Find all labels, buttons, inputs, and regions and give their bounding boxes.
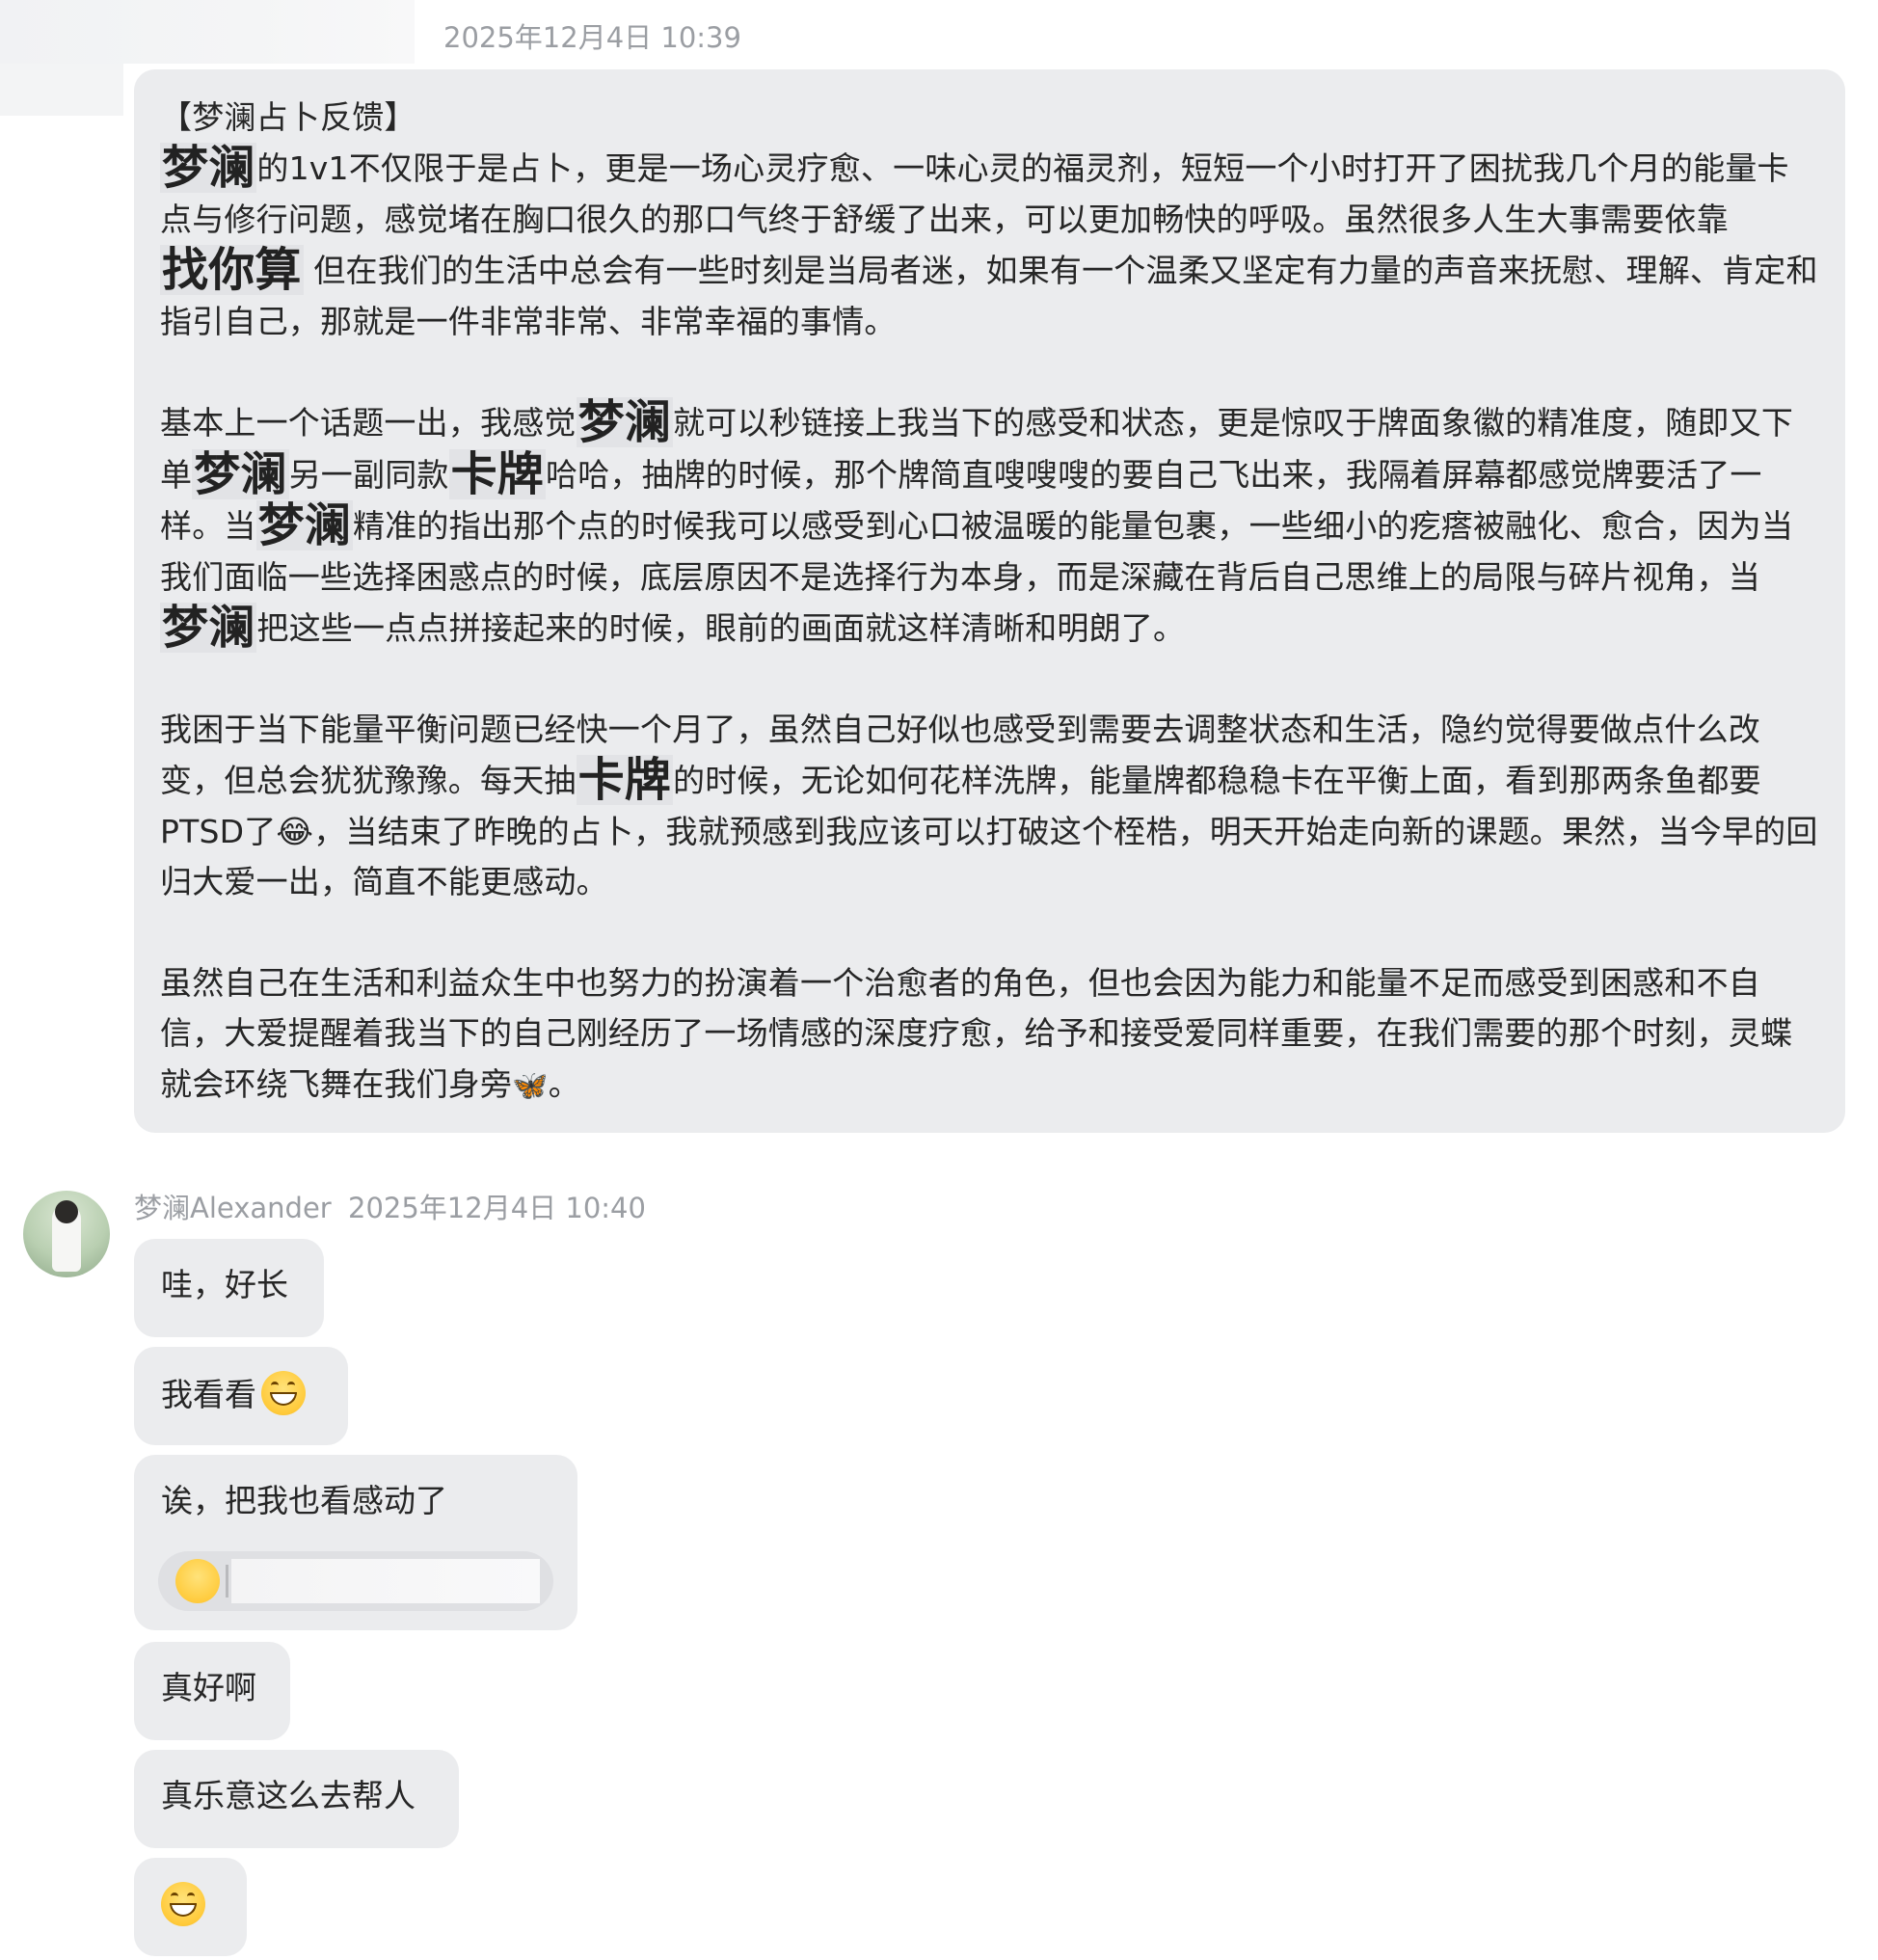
grin-emoji-icon: [261, 1371, 307, 1415]
overlay-label: 梦澜: [160, 601, 257, 656]
message-paragraph: 我困于当下能量平衡问题已经快一个月了，虽然自己好似也感受到需要去调整状态和生活，…: [160, 705, 1818, 908]
message-bubble[interactable]: 真乐意这么去帮人: [134, 1750, 459, 1848]
quoted-message[interactable]: [158, 1551, 553, 1611]
text-segment: 基本上一个话题一出，我感觉: [160, 404, 577, 443]
text-segment: 把这些一点点拼接起来的时候，眼前的画面就这样清晰和明朗了。: [256, 609, 1186, 648]
blurred-sender-avatar: [0, 64, 123, 116]
reply-timestamp: 2025年12月4日 10:40: [348, 1192, 646, 1224]
message-bubble[interactable]: 真好啊: [134, 1642, 290, 1740]
long-message-bubble[interactable]: 【梦澜占卜反馈】 梦澜的1v1不仅限于是占卜，更是一场心灵疗愈、一味心灵的福灵剂，…: [134, 69, 1845, 1133]
text-segment: 但在我们的生活中总会有一些时刻是当局者迷，如果有一个温柔又坚定有力量的声音来抚慰…: [160, 252, 1818, 340]
message-text: 真乐意这么去帮人: [161, 1777, 416, 1814]
overlay-label: 卡牌: [576, 753, 674, 808]
blurred-quote-text: [231, 1559, 540, 1603]
message-paragraph: 基本上一个话题一出，我感觉梦澜就可以秒链接上我当下的感受和状态，更是惊叹于牌面象…: [160, 397, 1818, 654]
butterfly-emoji-icon: 🦋: [512, 1068, 549, 1103]
text-segment: 。: [548, 1064, 580, 1103]
overlay-label: 梦澜: [192, 446, 289, 501]
overlay-label: 梦澜: [160, 141, 257, 196]
laugh-cry-emoji-icon: 😂: [276, 812, 314, 850]
text-segment: 【梦澜占卜反馈】: [160, 98, 416, 136]
message-timestamp: 2025年12月4日 10:39: [443, 21, 741, 54]
message-text: 诶，把我也看感动了: [161, 1482, 447, 1519]
overlay-label: 梦澜: [576, 395, 674, 450]
text-segment: ，当结束了昨晚的占卜，我就预感到我应该可以打破这个桎梏，明天开始走向新的课题。果…: [160, 812, 1818, 901]
message-text: 真好啊: [161, 1669, 256, 1706]
text-segment: 的1v1不仅限于是占卜，更是一场心灵疗愈、一味心灵的福灵剂，短短一个小时打开了困…: [160, 149, 1789, 238]
message-text: 我看看: [161, 1376, 256, 1413]
emoji-message-bubble[interactable]: [134, 1858, 247, 1956]
overlay-label: 梦澜: [255, 498, 354, 553]
overlay-label: 卡牌: [448, 446, 547, 501]
avatar[interactable]: [23, 1191, 110, 1277]
message-bubble[interactable]: 哇，好长: [134, 1239, 324, 1337]
message-paragraph: 【梦澜占卜反馈】梦澜的1v1不仅限于是占卜，更是一场心灵疗愈、一味心灵的福灵剂，…: [160, 93, 1818, 347]
avatar-hair: [55, 1200, 78, 1223]
sender-name: 梦澜Alexander: [134, 1192, 332, 1224]
message-bubble-with-quote[interactable]: 诶，把我也看感动了: [134, 1455, 577, 1630]
long-message-text: 【梦澜占卜反馈】 梦澜的1v1不仅限于是占卜，更是一场心灵疗愈、一味心灵的福灵剂，…: [160, 93, 1818, 1112]
text-segment: 虽然自己在生活和利益众生中也努力的扮演着一个治愈者的角色，但也会因为能力和能量不…: [160, 963, 1793, 1103]
text-segment: 精准的指出那个点的时候我可以感受到心口被温暖的能量包裹，一些细小的疙瘩被融化、愈…: [160, 507, 1794, 596]
message-paragraph: 虽然自己在生活和利益众生中也努力的扮演着一个治愈者的角色，但也会因为能力和能量不…: [160, 958, 1818, 1112]
text-segment: 另一副同款: [288, 455, 449, 494]
message-bubble[interactable]: 我看看: [134, 1347, 348, 1445]
blurred-sender-name: [0, 0, 415, 64]
overlay-label: 找你算: [160, 243, 304, 298]
message-text: 哇，好长: [161, 1266, 288, 1303]
hug-emoji-icon: [175, 1559, 220, 1603]
quote-divider: [226, 1565, 228, 1598]
grin-emoji-icon: [161, 1882, 205, 1926]
